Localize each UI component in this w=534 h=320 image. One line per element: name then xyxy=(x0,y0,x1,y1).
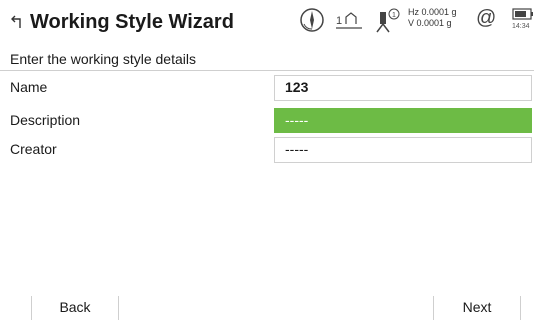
prism-icon[interactable]: 1 xyxy=(334,8,368,34)
tilt-readout: Hz 0.0001 g V 0.0001 g xyxy=(408,7,468,29)
tilt-hz-value: Hz 0.0001 g xyxy=(408,7,457,17)
field-row-name: Name 123 xyxy=(0,75,534,101)
title-bar: Working Style Wizard 1 1 Hz 0.0001 g V 0… xyxy=(0,0,534,44)
back-arrow-icon[interactable] xyxy=(9,14,23,30)
field-row-description: Description ----- xyxy=(0,108,534,134)
compass-icon[interactable] xyxy=(299,7,325,33)
next-button[interactable]: Next xyxy=(433,296,521,320)
creator-label: Creator xyxy=(10,141,57,157)
creator-field[interactable]: ----- xyxy=(274,137,532,163)
clock: 14:34 xyxy=(512,23,530,30)
svg-text:1: 1 xyxy=(392,12,396,19)
name-label: Name xyxy=(10,79,48,95)
name-field[interactable]: 123 xyxy=(274,75,532,101)
battery-icon xyxy=(512,8,533,20)
wizard-screen: Working Style Wizard 1 1 Hz 0.0001 g V 0… xyxy=(0,0,534,320)
field-row-creator: Creator ----- xyxy=(0,137,534,163)
at-icon[interactable]: @ xyxy=(476,7,496,30)
page-title: Working Style Wizard xyxy=(30,11,234,33)
back-button[interactable]: Back xyxy=(31,296,119,320)
battery-clock: 14:34 xyxy=(512,8,534,36)
description-label: Description xyxy=(10,112,81,128)
softkey-bar: Back Next xyxy=(0,296,534,320)
instruction-text: Enter the working style details xyxy=(10,51,196,67)
prism-label: 1 xyxy=(336,15,342,27)
tilt-v-value: V 0.0001 g xyxy=(408,18,452,28)
divider xyxy=(0,70,534,71)
description-field[interactable]: ----- xyxy=(274,108,532,133)
tilt-sensor-icon[interactable]: 1 xyxy=(374,6,402,36)
